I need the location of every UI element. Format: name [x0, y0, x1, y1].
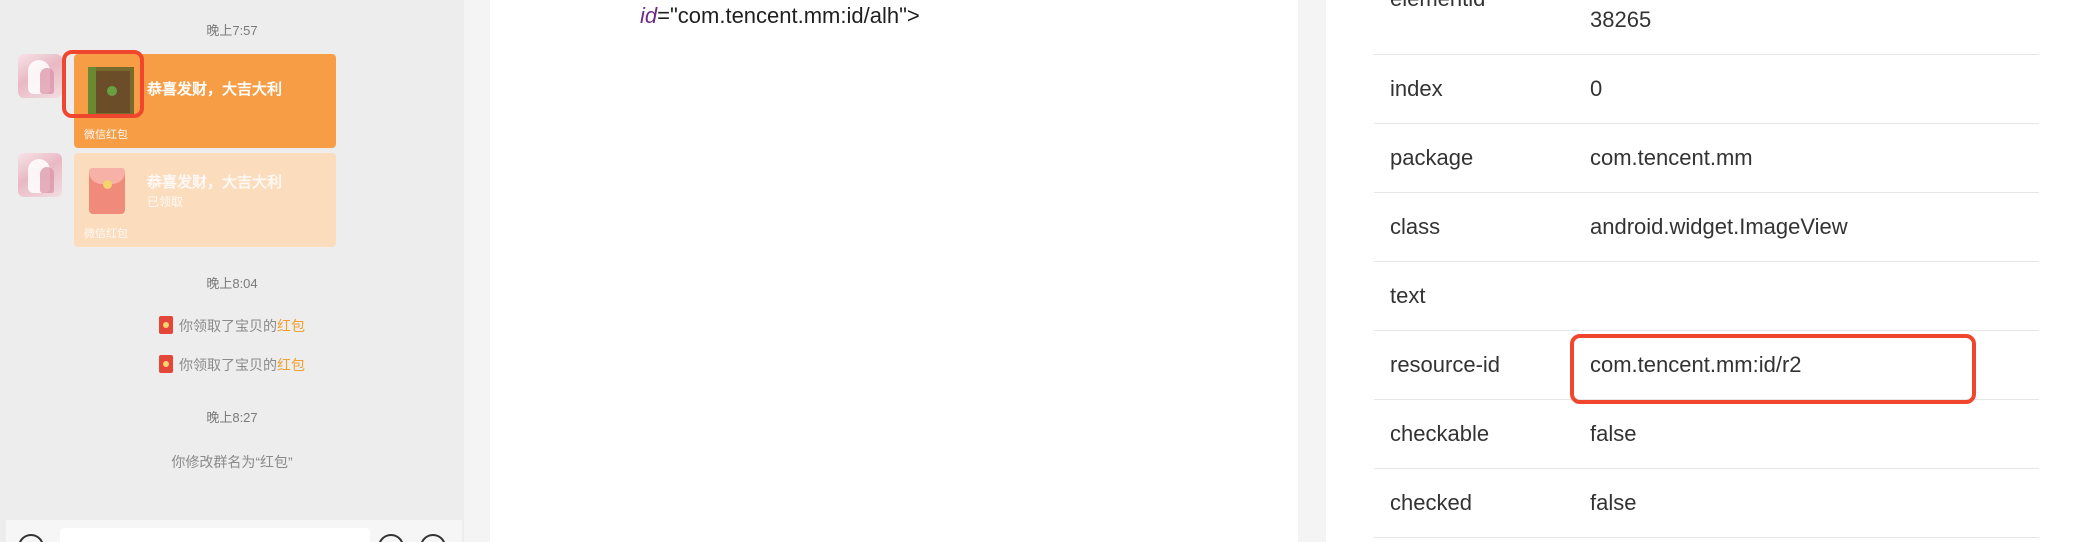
red-packet-envelope-icon: [89, 168, 125, 214]
red-packet-title: 恭喜发财，大吉大利: [147, 81, 283, 98]
property-value: false: [1590, 490, 1637, 515]
chat-timestamp: 晚上7:57: [206, 23, 258, 38]
property-row-index[interactable]: index 0: [1374, 55, 2039, 124]
property-key: checked: [1390, 490, 1472, 515]
notice-link[interactable]: 红包: [277, 357, 305, 373]
voice-icon[interactable]: [18, 534, 44, 542]
property-value: 0: [1590, 76, 1603, 101]
resource-id-highlight: [1570, 334, 1976, 404]
system-notice: 你领取了宝贝的红包: [0, 316, 464, 336]
property-key: text: [1390, 283, 1426, 308]
xml-attribute-value: ="com.tencent.mm:id/alh">: [657, 3, 920, 28]
chat-preview-panel: 晚上7:57 恭喜发财，大吉大利 微信红包 恭喜发财，大吉大利 已领取 微信红包…: [0, 0, 464, 542]
property-key: checkable: [1390, 421, 1490, 446]
emoji-icon[interactable]: [378, 534, 404, 542]
property-row-checked[interactable]: checked false: [1374, 469, 2039, 538]
xml-attribute-name: id: [640, 3, 658, 28]
property-value: android.widget.ImageView: [1590, 214, 1848, 239]
xml-line[interactable]: id="com.tencent.mm:id/alh">: [640, 3, 920, 29]
property-key: resource-id: [1390, 352, 1501, 377]
system-notice: 你领取了宝贝的红包: [0, 355, 464, 375]
rename-notice: 你修改群名为“红包”: [171, 454, 293, 470]
property-key: elementid: [1390, 0, 1485, 12]
chat-timestamp: 晚上8:27: [206, 410, 258, 425]
property-row-text[interactable]: text: [1374, 262, 2039, 331]
property-key: package: [1390, 145, 1474, 170]
xml-source-panel: id="com.tencent.mm:id/alh">: [490, 0, 1298, 542]
property-key: index: [1390, 76, 1443, 101]
notice-link[interactable]: 红包: [277, 318, 305, 334]
notice-text: 你领取了宝贝的: [179, 318, 277, 334]
notice-text: 你领取了宝贝的: [179, 357, 277, 373]
message-input[interactable]: [60, 528, 370, 542]
property-row-elementid[interactable]: elementid 38265: [1374, 0, 2039, 55]
element-properties-panel: elementid 38265 index 0 package com.tenc…: [1326, 0, 2094, 542]
red-packet-footer: 微信红包: [84, 228, 128, 240]
property-row-class[interactable]: class android.widget.ImageView: [1374, 193, 2039, 262]
property-row-checkable[interactable]: checkable false: [1374, 400, 2039, 469]
red-packet-title: 恭喜发财，大吉大利: [147, 174, 283, 191]
chat-timestamp: 晚上8:04: [206, 276, 258, 291]
avatar[interactable]: [18, 153, 62, 197]
property-row-package[interactable]: package com.tencent.mm: [1374, 124, 2039, 193]
plus-icon[interactable]: [420, 534, 446, 542]
property-key: class: [1390, 214, 1441, 239]
property-value: false: [1590, 421, 1637, 446]
property-value: 38265: [1590, 7, 1652, 32]
avatar[interactable]: [18, 54, 62, 98]
property-value: com.tencent.mm: [1590, 145, 1753, 170]
red-packet-icon: [159, 316, 173, 334]
red-packet-icon: [159, 355, 173, 373]
selected-element-highlight: [62, 50, 144, 118]
chat-input-bar: [6, 520, 462, 542]
red-packet-message-opened[interactable]: 恭喜发财，大吉大利 已领取 微信红包: [74, 153, 336, 247]
red-packet-status: 已领取: [147, 195, 184, 209]
red-packet-footer: 微信红包: [84, 129, 128, 141]
